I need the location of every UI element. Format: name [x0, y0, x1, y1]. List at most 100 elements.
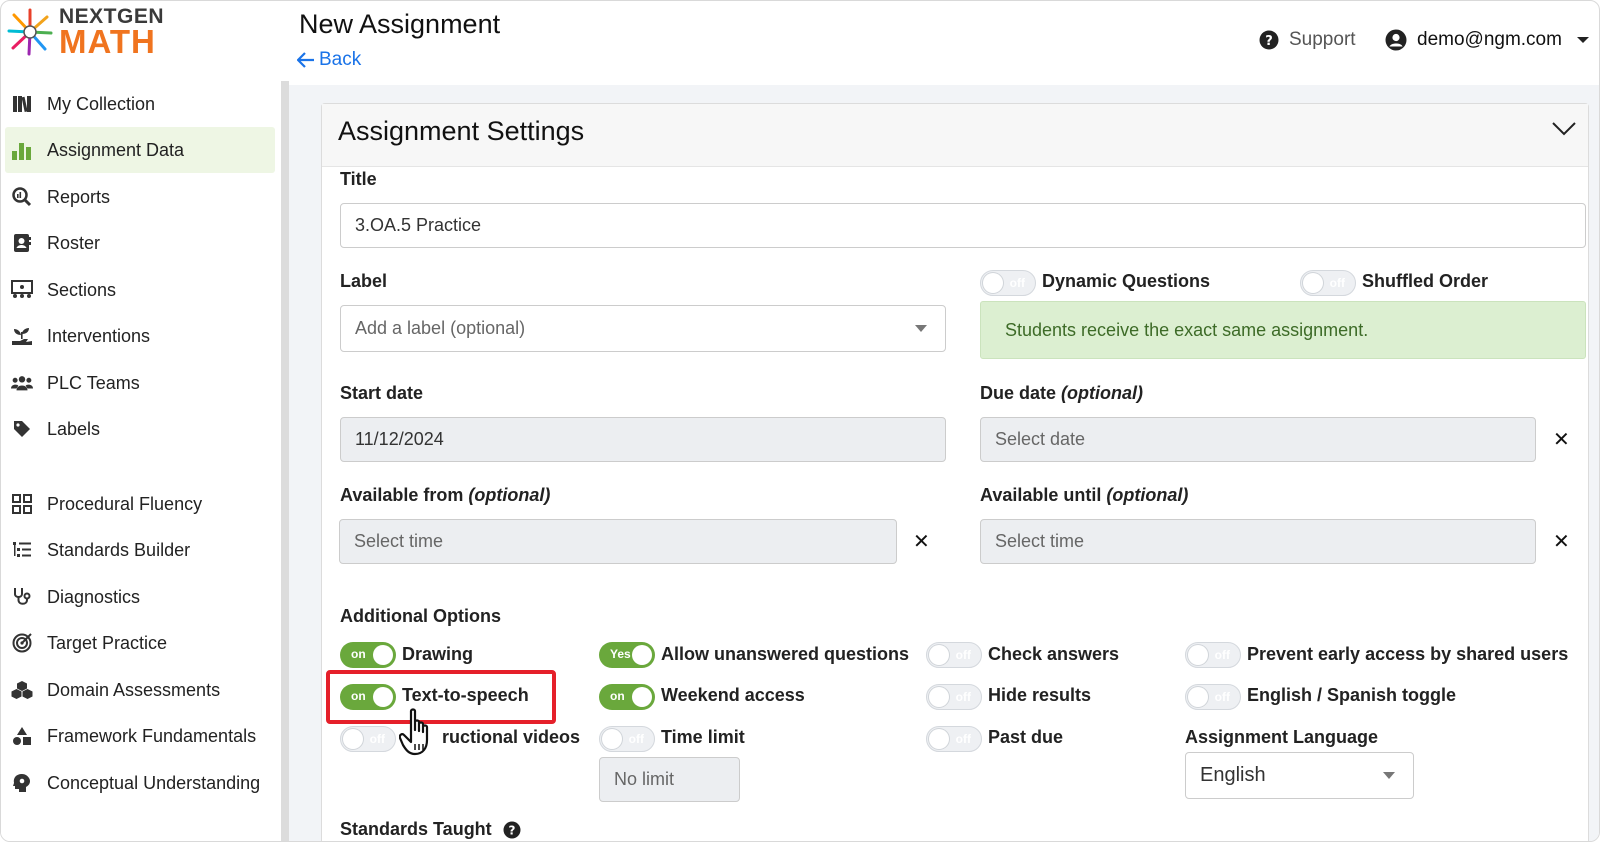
back-label: Back — [319, 49, 362, 70]
start-date-input[interactable]: 11/12/2024 — [340, 417, 946, 462]
label-placeholder: Add a label (optional) — [355, 318, 526, 338]
available-from-placeholder: Select time — [354, 531, 444, 551]
toggle-state: off — [1009, 276, 1025, 290]
drawing-toggle[interactable]: on — [340, 642, 396, 668]
help-circle-icon[interactable]: ? — [503, 821, 521, 839]
sidebar-item-domain-assessments[interactable]: Domain Assessments — [5, 667, 275, 713]
toggle-knob — [373, 645, 393, 665]
hand-plant-icon — [11, 325, 33, 347]
sidebar-item-procedural-fluency[interactable]: Procedural Fluency — [5, 481, 275, 527]
sidebar-item-label: Procedural Fluency — [47, 493, 203, 514]
dynamic-questions-toggle[interactable]: off — [980, 270, 1036, 296]
hide-results-toggle[interactable]: off — [926, 684, 982, 710]
toggle-state: off — [369, 732, 385, 746]
user-email: demo@ngm.com — [1417, 29, 1562, 50]
toggle-knob — [343, 729, 363, 749]
contact-book-icon — [11, 232, 33, 254]
logo-bottom-text: MATH — [59, 23, 156, 60]
sidebar-item-roster[interactable]: Roster — [5, 220, 275, 266]
sidebar-item-label: Target Practice — [47, 632, 168, 653]
label-select[interactable]: Add a label (optional) — [340, 305, 946, 352]
assignment-language-select[interactable]: English — [1185, 752, 1414, 799]
arrow-left-icon — [297, 52, 314, 68]
list-tree-icon — [11, 539, 33, 561]
sidebar-item-target-practice[interactable]: Target Practice — [5, 620, 275, 666]
prevent-early-access-toggle[interactable]: off — [1185, 642, 1241, 668]
prevent-early-access-label: Prevent early access by shared users — [1247, 644, 1569, 664]
svg-text:?: ? — [508, 824, 515, 838]
sidebar-item-assignment-data[interactable]: Assignment Data — [5, 127, 275, 173]
card-header[interactable]: Assignment Settings — [322, 104, 1588, 167]
available-until-placeholder: Select time — [995, 531, 1085, 551]
sidebar-item-label: Framework Fundamentals — [47, 725, 257, 746]
due-date-label: Due date (optional) — [980, 383, 1143, 404]
allow-unanswered-toggle[interactable]: Yes — [599, 642, 655, 668]
past-due-label: Past due — [988, 727, 1064, 747]
time-limit-toggle[interactable]: off — [599, 726, 655, 752]
sidebar-item-label: Roster — [47, 232, 101, 253]
check-answers-label: Check answers — [988, 644, 1120, 664]
toggle-state: off — [955, 648, 971, 662]
shuffled-order-toggle[interactable]: off — [1300, 270, 1356, 296]
available-until-optional: (optional) — [1106, 485, 1189, 505]
instructional-videos-toggle[interactable]: off — [340, 726, 396, 752]
sidebar-item-diagnostics[interactable]: Diagnostics — [5, 574, 275, 620]
user-menu[interactable]: demo@ngm.com — [1385, 29, 1590, 51]
title-label: Title — [340, 169, 377, 189]
time-limit-input[interactable]: No limit — [599, 757, 740, 802]
due-date-optional: (optional) — [1061, 383, 1144, 403]
tag-icon — [11, 418, 33, 440]
clear-due-date-button[interactable]: ✕ — [1553, 427, 1570, 452]
caret-down-icon — [1383, 772, 1395, 779]
grid-icon — [11, 493, 33, 515]
sidebar-item-labels[interactable]: Labels — [5, 406, 275, 452]
standards-taught-label: Standards Taught ? — [340, 819, 521, 840]
sections-icon — [11, 279, 33, 301]
sidebar-item-interventions[interactable]: Interventions — [5, 313, 275, 359]
english-spanish-label: English / Spanish toggle — [1247, 685, 1457, 705]
shuffled-order-label: Shuffled Order — [1362, 271, 1489, 291]
sidebar-item-standards-builder[interactable]: Standards Builder — [5, 527, 275, 573]
start-date-value: 11/12/2024 — [355, 429, 444, 449]
back-link[interactable]: Back — [297, 49, 361, 71]
available-until-label-text: Available until — [980, 485, 1102, 505]
support-link[interactable]: ? Support — [1259, 29, 1356, 51]
additional-options-label: Additional Options — [340, 606, 501, 626]
title-input[interactable]: 3.OA.5 Practice — [340, 203, 1586, 248]
sidebar-item-framework-fundamentals[interactable]: Framework Fundamentals — [5, 713, 275, 759]
bar-chart-icon — [11, 139, 33, 161]
sidebar-item-my-collection[interactable]: My Collection — [5, 81, 275, 127]
sidebar-item-label: Conceptual Understanding — [47, 772, 261, 793]
available-until-input[interactable]: Select time — [980, 519, 1536, 564]
sidebar: My Collection Assignment Data Reports Ro… — [1, 81, 279, 841]
chevron-down-icon[interactable] — [1552, 122, 1576, 136]
due-date-input[interactable]: Select date — [980, 417, 1536, 462]
cubes-icon — [11, 679, 33, 701]
sidebar-item-label: Sections — [47, 279, 117, 300]
time-limit-value: No limit — [614, 769, 675, 789]
due-date-label-text: Due date — [980, 383, 1057, 403]
available-from-input[interactable]: Select time — [339, 519, 897, 564]
past-due-toggle[interactable]: off — [926, 726, 982, 752]
english-spanish-toggle[interactable]: off — [1185, 684, 1241, 710]
sidebar-scrollbar[interactable] — [281, 81, 289, 841]
toggle-state: off — [955, 690, 971, 704]
sidebar-item-reports[interactable]: Reports — [5, 174, 275, 220]
sidebar-item-sections[interactable]: Sections — [5, 267, 275, 313]
user-avatar-icon — [1385, 29, 1407, 51]
target-icon — [11, 632, 33, 654]
sidebar-item-plc-teams[interactable]: PLC Teams — [5, 360, 275, 406]
sidebar-item-conceptual-understanding[interactable]: Conceptual Understanding — [5, 760, 275, 806]
toggle-state: on — [610, 689, 625, 703]
check-answers-toggle[interactable]: off — [926, 642, 982, 668]
clear-available-until-button[interactable]: ✕ — [1553, 529, 1570, 554]
toggle-knob — [929, 687, 949, 707]
app-window: NEXTGEN MATH New Assignment Back ? Suppo… — [0, 0, 1600, 842]
toggle-knob — [929, 645, 949, 665]
weekend-access-toggle[interactable]: on — [599, 684, 655, 710]
clear-available-from-button[interactable]: ✕ — [913, 529, 930, 554]
sidebar-item-label: Interventions — [47, 325, 151, 346]
nextgen-math-logo[interactable]: NEXTGEN MATH — [7, 5, 177, 65]
available-from-optional: (optional) — [468, 485, 551, 505]
sidebar-item-label: Standards Builder — [47, 539, 191, 560]
